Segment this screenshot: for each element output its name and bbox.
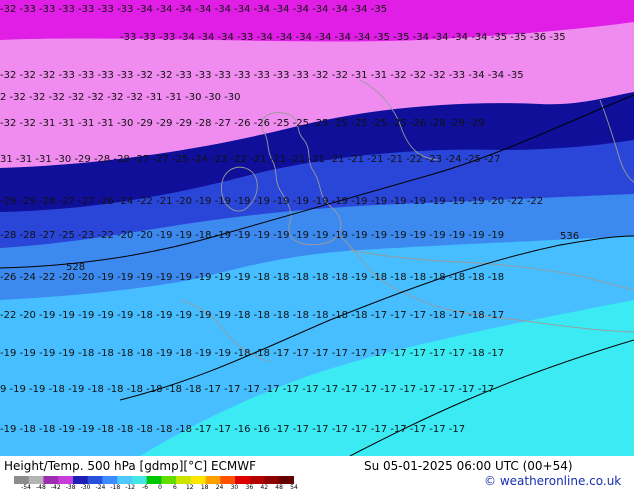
colorbar-segment xyxy=(14,476,30,484)
temp-row: -33 -33 -33 -34 -34 -34 -33 -34 -34 -34 … xyxy=(120,32,566,43)
temp-row: -32 -32 -31 -31 -31 -31 -30 -29 -29 -29 … xyxy=(0,118,485,129)
colorbar-segment xyxy=(43,476,59,484)
colorbar-segment xyxy=(220,476,236,484)
contour-label-536: 536 xyxy=(560,231,579,242)
colorbar xyxy=(14,476,294,484)
colorbar-segment xyxy=(117,476,133,484)
colorbar-segment xyxy=(205,476,221,484)
temp-row: -26 -24 -22 -20 -20 -19 -19 -19 -19 -19 … xyxy=(0,272,504,283)
colorbar-segment xyxy=(58,476,74,484)
temp-row: -29 -29 -28 -27 -27 -26 -24 -22 -21 -20 … xyxy=(0,196,543,207)
colorbar-segment xyxy=(235,476,251,484)
colorbar-segment xyxy=(249,476,266,484)
temp-row: -19 -18 -18 -19 -19 -18 -18 -18 -18 -18 … xyxy=(0,424,465,435)
colorbar-segment xyxy=(264,476,280,484)
colorbar-segment xyxy=(102,476,118,484)
temp-row: -32 -33 -33 -33 -33 -33 -33 -34 -34 -34 … xyxy=(0,4,387,15)
temp-row: -19 -19 -19 -19 -18 -18 -18 -18 -19 -18 … xyxy=(0,348,504,359)
colorbar-segment xyxy=(131,476,148,484)
colorbar-segment xyxy=(161,476,177,484)
colorbar-segment xyxy=(87,476,103,484)
colorbar-segment xyxy=(190,476,207,484)
credit-link[interactable]: © weatheronline.co.uk xyxy=(484,474,621,488)
colorbar-ticks: -54 -48 -42 -38 -30 -24 -18 -12 -6 0 6 12 18 24 30 36 42… xyxy=(21,484,298,491)
temp-row: 9 -19 -19 -18 -19 -18 -18 -18 -18 -18 -1… xyxy=(0,384,494,395)
temp-row: 31 -31 -31 -30 -29 -28 -28 -27 -27 -25 -… xyxy=(0,154,501,165)
colorbar-segment xyxy=(28,476,44,484)
colorbar-segment xyxy=(146,476,162,484)
temp-row: -22 -20 -19 -19 -19 -19 -19 -18 -19 -19 … xyxy=(0,310,504,321)
valid-time: Su 05-01-2025 06:00 UTC (00+54) xyxy=(364,459,573,473)
map-footer: Height/Temp. 500 hPa [gdmp][°C] ECMWF Su… xyxy=(0,456,634,491)
weather-map: 528 536 -32 -33 -33 -33 -33 -33 -33 -34 … xyxy=(0,0,634,456)
map-canvas: 528 536 -32 -33 -33 -33 -33 -33 -33 -34 … xyxy=(0,0,634,456)
map-title: Height/Temp. 500 hPa [gdmp][°C] ECMWF xyxy=(4,459,257,473)
colorbar-segment xyxy=(279,476,294,484)
temp-row: 2 -32 -32 -32 -32 -32 -32 -32 -31 -31 -3… xyxy=(0,92,241,103)
temp-row: -32 -32 -32 -33 -33 -33 -33 -32 -32 -33 … xyxy=(0,70,524,81)
temp-row: -28 -28 -27 -25 -23 -22 -20 -20 -19 -19 … xyxy=(0,230,504,241)
colorbar-segment xyxy=(72,476,89,484)
colorbar-segment xyxy=(176,476,192,484)
